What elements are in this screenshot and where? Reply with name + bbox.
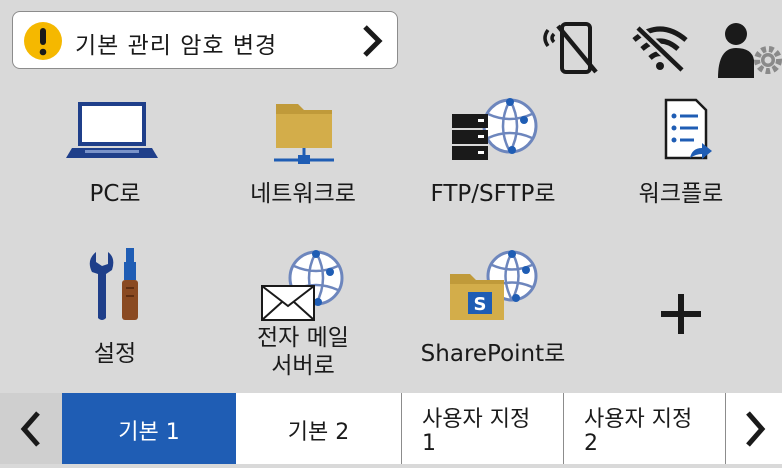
ftp-server-icon	[452, 98, 538, 160]
tile-label: 전자 메일 서버로	[257, 325, 349, 379]
tile-to-ftp-sftp[interactable]: FTP/SFTP로	[408, 80, 578, 230]
tile-to-email-server[interactable]: 전자 메일 서버로	[218, 240, 388, 390]
previous-tab-button[interactable]	[0, 393, 62, 464]
scan-destination-grid: PC로 네트워크로 FTP/SFTP로 워크플로 설정 전자 메일 서버로 S …	[0, 80, 782, 393]
next-tab-button[interactable]	[726, 393, 782, 464]
network-folder-icon	[274, 104, 334, 164]
tile-label: SharePoint로	[420, 341, 566, 367]
mobile-disabled-icon[interactable]	[538, 20, 602, 76]
tile-label: 네트워크로	[250, 181, 356, 207]
tile-label: 설정	[93, 341, 137, 367]
tools-icon	[89, 248, 138, 320]
tile-label: FTP/SFTP로	[430, 181, 556, 207]
tab-custom-1[interactable]: 사용자 지정 1	[402, 393, 564, 464]
alert-text: 기본 관리 암호 변경	[75, 33, 278, 59]
tab-basic-1[interactable]: 기본 1	[62, 393, 236, 464]
svg-text:S: S	[474, 294, 487, 315]
user-settings-icon[interactable]	[716, 20, 782, 78]
workflow-icon	[664, 98, 712, 160]
tile-to-network[interactable]: 네트워크로	[218, 80, 388, 230]
warning-icon	[24, 22, 62, 60]
chevron-left-icon	[20, 411, 40, 447]
plus-icon	[661, 294, 701, 334]
laptop-icon	[66, 102, 158, 158]
status-bar: 기본 관리 암호 변경	[0, 0, 782, 80]
chevron-right-icon	[746, 411, 766, 447]
sharepoint-icon: S	[450, 250, 538, 320]
tab-custom-2[interactable]: 사용자 지정 2	[564, 393, 726, 464]
email-server-icon	[261, 250, 344, 321]
chevron-right-icon	[363, 25, 383, 57]
change-admin-password-alert[interactable]: 기본 관리 암호 변경	[12, 11, 398, 69]
tile-label: PC로	[89, 181, 141, 207]
tab-basic-2[interactable]: 기본 2	[236, 393, 402, 464]
add-shortcut-button[interactable]	[596, 240, 766, 390]
wifi-off-icon[interactable]	[630, 22, 690, 72]
tab-bar: 기본 1 기본 2 사용자 지정 1 사용자 지정 2	[0, 393, 782, 464]
tile-to-pc[interactable]: PC로	[30, 80, 200, 230]
tile-label: 워크플로	[638, 181, 724, 207]
tile-to-workflow[interactable]: 워크플로	[596, 80, 766, 230]
tile-to-sharepoint[interactable]: S SharePoint로	[408, 240, 578, 390]
tile-settings[interactable]: 설정	[30, 240, 200, 390]
